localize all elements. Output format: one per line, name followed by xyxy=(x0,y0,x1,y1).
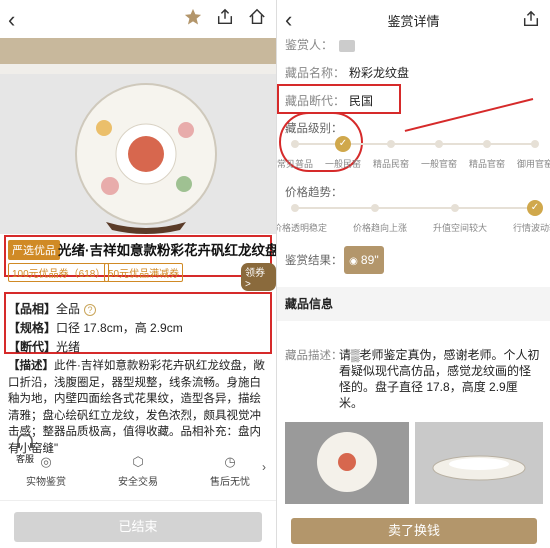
share-icon[interactable] xyxy=(216,8,234,26)
coupon-100[interactable]: 100元优品券（618） xyxy=(8,263,110,282)
trend-level-label: 价格趋向上涨 xyxy=(353,223,408,233)
grade-dot[interactable] xyxy=(291,140,299,148)
grade-dot[interactable] xyxy=(435,140,443,148)
plate-side-thumb xyxy=(415,422,543,504)
feature-item: ◎ 实物鉴赏 xyxy=(0,450,92,492)
grade-level-label: 精品民窑 xyxy=(372,159,409,169)
description: 【描述】此件·吉祥如意款粉彩花卉矾红龙纹盘，敞口折沿，浅腹圈足，器型规整，线条流… xyxy=(8,358,270,457)
item-era-label: 藏品断代： xyxy=(285,94,346,108)
description-text: 此件·吉祥如意款粉彩花卉矾红龙纹盘，敞口折沿，浅腹圈足，器型规整，线条流畅。身施… xyxy=(8,360,265,455)
trend-level-label: 升值空间较大 xyxy=(433,223,488,233)
gap-strip xyxy=(0,64,276,74)
sound-icon: ◉ xyxy=(349,256,358,267)
feature-item: ⬡ 安全交易 xyxy=(92,450,184,492)
grade-level-label: 精品官窑 xyxy=(468,159,505,169)
back-icon[interactable]: ‹ xyxy=(8,7,15,33)
era-value: 光绪 xyxy=(56,340,81,354)
ended-button[interactable]: 已结束 xyxy=(14,512,262,542)
item-era-value: 民国 xyxy=(349,94,374,108)
trend-dot[interactable] xyxy=(371,204,379,212)
item-name-row: 藏品名称： 粉彩龙纹盘 xyxy=(285,64,409,81)
product-photo[interactable] xyxy=(0,74,276,234)
service-features: ◎ 实物鉴赏 ⬡ 安全交易 ◷ 售后无忧 xyxy=(0,450,276,492)
result-value: 89'' xyxy=(360,253,379,267)
grade-dot[interactable] xyxy=(387,140,395,148)
headset-icon xyxy=(17,433,33,448)
item-photo-2[interactable] xyxy=(415,422,543,504)
trend-dot[interactable] xyxy=(451,204,459,212)
item-name-value: 粉彩龙纹盘 xyxy=(349,66,410,80)
top-bar: ‹ xyxy=(0,0,276,38)
condition-value: 全品 xyxy=(56,302,81,316)
trend-level-label: 价格透明稳定 xyxy=(277,223,328,233)
grade-level-label: 御用官窑 xyxy=(516,159,550,169)
shield-icon: ⬡ xyxy=(132,454,144,469)
grade-track xyxy=(295,143,535,145)
grade-dot[interactable]: ✓ xyxy=(335,136,351,152)
sell-button[interactable]: 卖了换钱 xyxy=(291,518,537,544)
feature-label: 售后无忧 xyxy=(210,477,250,488)
section-title: 藏品信息 xyxy=(277,287,550,321)
appraiser-redacted xyxy=(339,39,356,52)
star-icon[interactable] xyxy=(184,8,202,26)
banner-strip xyxy=(0,38,276,64)
trend-dot[interactable]: ✓ xyxy=(527,200,543,216)
condition-row: 【品相】全品? xyxy=(8,300,97,317)
item-era-row: 藏品断代： 民国 xyxy=(285,92,373,109)
grade-dot[interactable] xyxy=(531,140,539,148)
appraiser-row: 鉴赏人： xyxy=(285,36,356,53)
product-detail-panel: ‹ 严选优品 光绪·吉祥如意款粉彩花卉矾红龙纹盘 100元优品券（618） 50… xyxy=(0,0,276,548)
era-row: 【断代】光绪 xyxy=(8,338,80,355)
trend-level-label: 行情波动较大 xyxy=(513,223,550,233)
feature-label: 实物鉴赏 xyxy=(26,477,66,488)
spec-row: 【规格】口径 17.8cm，高 2.9cm xyxy=(8,319,183,336)
trend-track xyxy=(295,207,535,209)
grade-level-label: 一般官窑 xyxy=(420,159,457,169)
spec-label: 【规格】 xyxy=(8,321,57,335)
trend-label: 价格趋势： xyxy=(285,187,343,199)
plate-thumb xyxy=(285,422,409,504)
audio-result-button[interactable]: ◉ 89'' xyxy=(344,246,384,274)
grade-level-label: 常见普品 xyxy=(277,159,313,169)
product-title: 光绪·吉祥如意款粉彩花卉矾红龙纹盘 xyxy=(58,243,276,258)
condition-label: 【品相】 xyxy=(8,302,57,316)
annotation-arrow xyxy=(404,98,534,132)
eye-icon: ◎ xyxy=(40,454,52,469)
plate-image xyxy=(0,74,276,234)
page-title: 鉴赏详情 xyxy=(387,14,440,29)
appraiser-label: 鉴赏人： xyxy=(285,38,334,52)
coupon-50[interactable]: 50元优品满减券 xyxy=(104,263,184,282)
item-desc-label: 藏品描述： xyxy=(285,350,343,362)
top-bar: ‹ 鉴赏详情 xyxy=(277,0,550,38)
home-icon[interactable] xyxy=(248,8,266,26)
toolbar-icons xyxy=(184,8,266,26)
item-name-label: 藏品名称： xyxy=(285,66,346,80)
item-desc-text: 请▒老师鉴定真伪，感谢老师。个人初看疑似现代高仿品，感觉龙纹画的怪怪的。盘子直径… xyxy=(339,348,540,410)
result-label: 鉴赏结果： xyxy=(285,255,343,267)
era-label: 【断代】 xyxy=(8,340,57,354)
trend-dot[interactable] xyxy=(291,204,299,212)
grade-level-label: 一般民窑 xyxy=(324,159,361,169)
share-icon[interactable] xyxy=(522,10,540,28)
curated-badge: 严选优品 xyxy=(8,240,60,260)
description-label: 【描述】 xyxy=(8,360,54,372)
feature-label: 安全交易 xyxy=(118,477,158,488)
spec-value: 口径 17.8cm，高 2.9cm xyxy=(56,321,183,335)
help-icon[interactable]: ? xyxy=(84,303,97,316)
item-photo-1[interactable] xyxy=(285,422,409,504)
appraisal-detail-panel: ‹ 鉴赏详情 鉴赏人： 藏品名称： 粉彩龙纹盘 藏品断代： 民国 藏品级别： 常见普… xyxy=(277,0,550,548)
grade-dot[interactable] xyxy=(483,140,491,148)
bottom-divider xyxy=(0,500,276,501)
claim-coupon-button[interactable]: 领券 > xyxy=(241,263,276,291)
chevron-right-icon[interactable]: › xyxy=(262,460,266,474)
